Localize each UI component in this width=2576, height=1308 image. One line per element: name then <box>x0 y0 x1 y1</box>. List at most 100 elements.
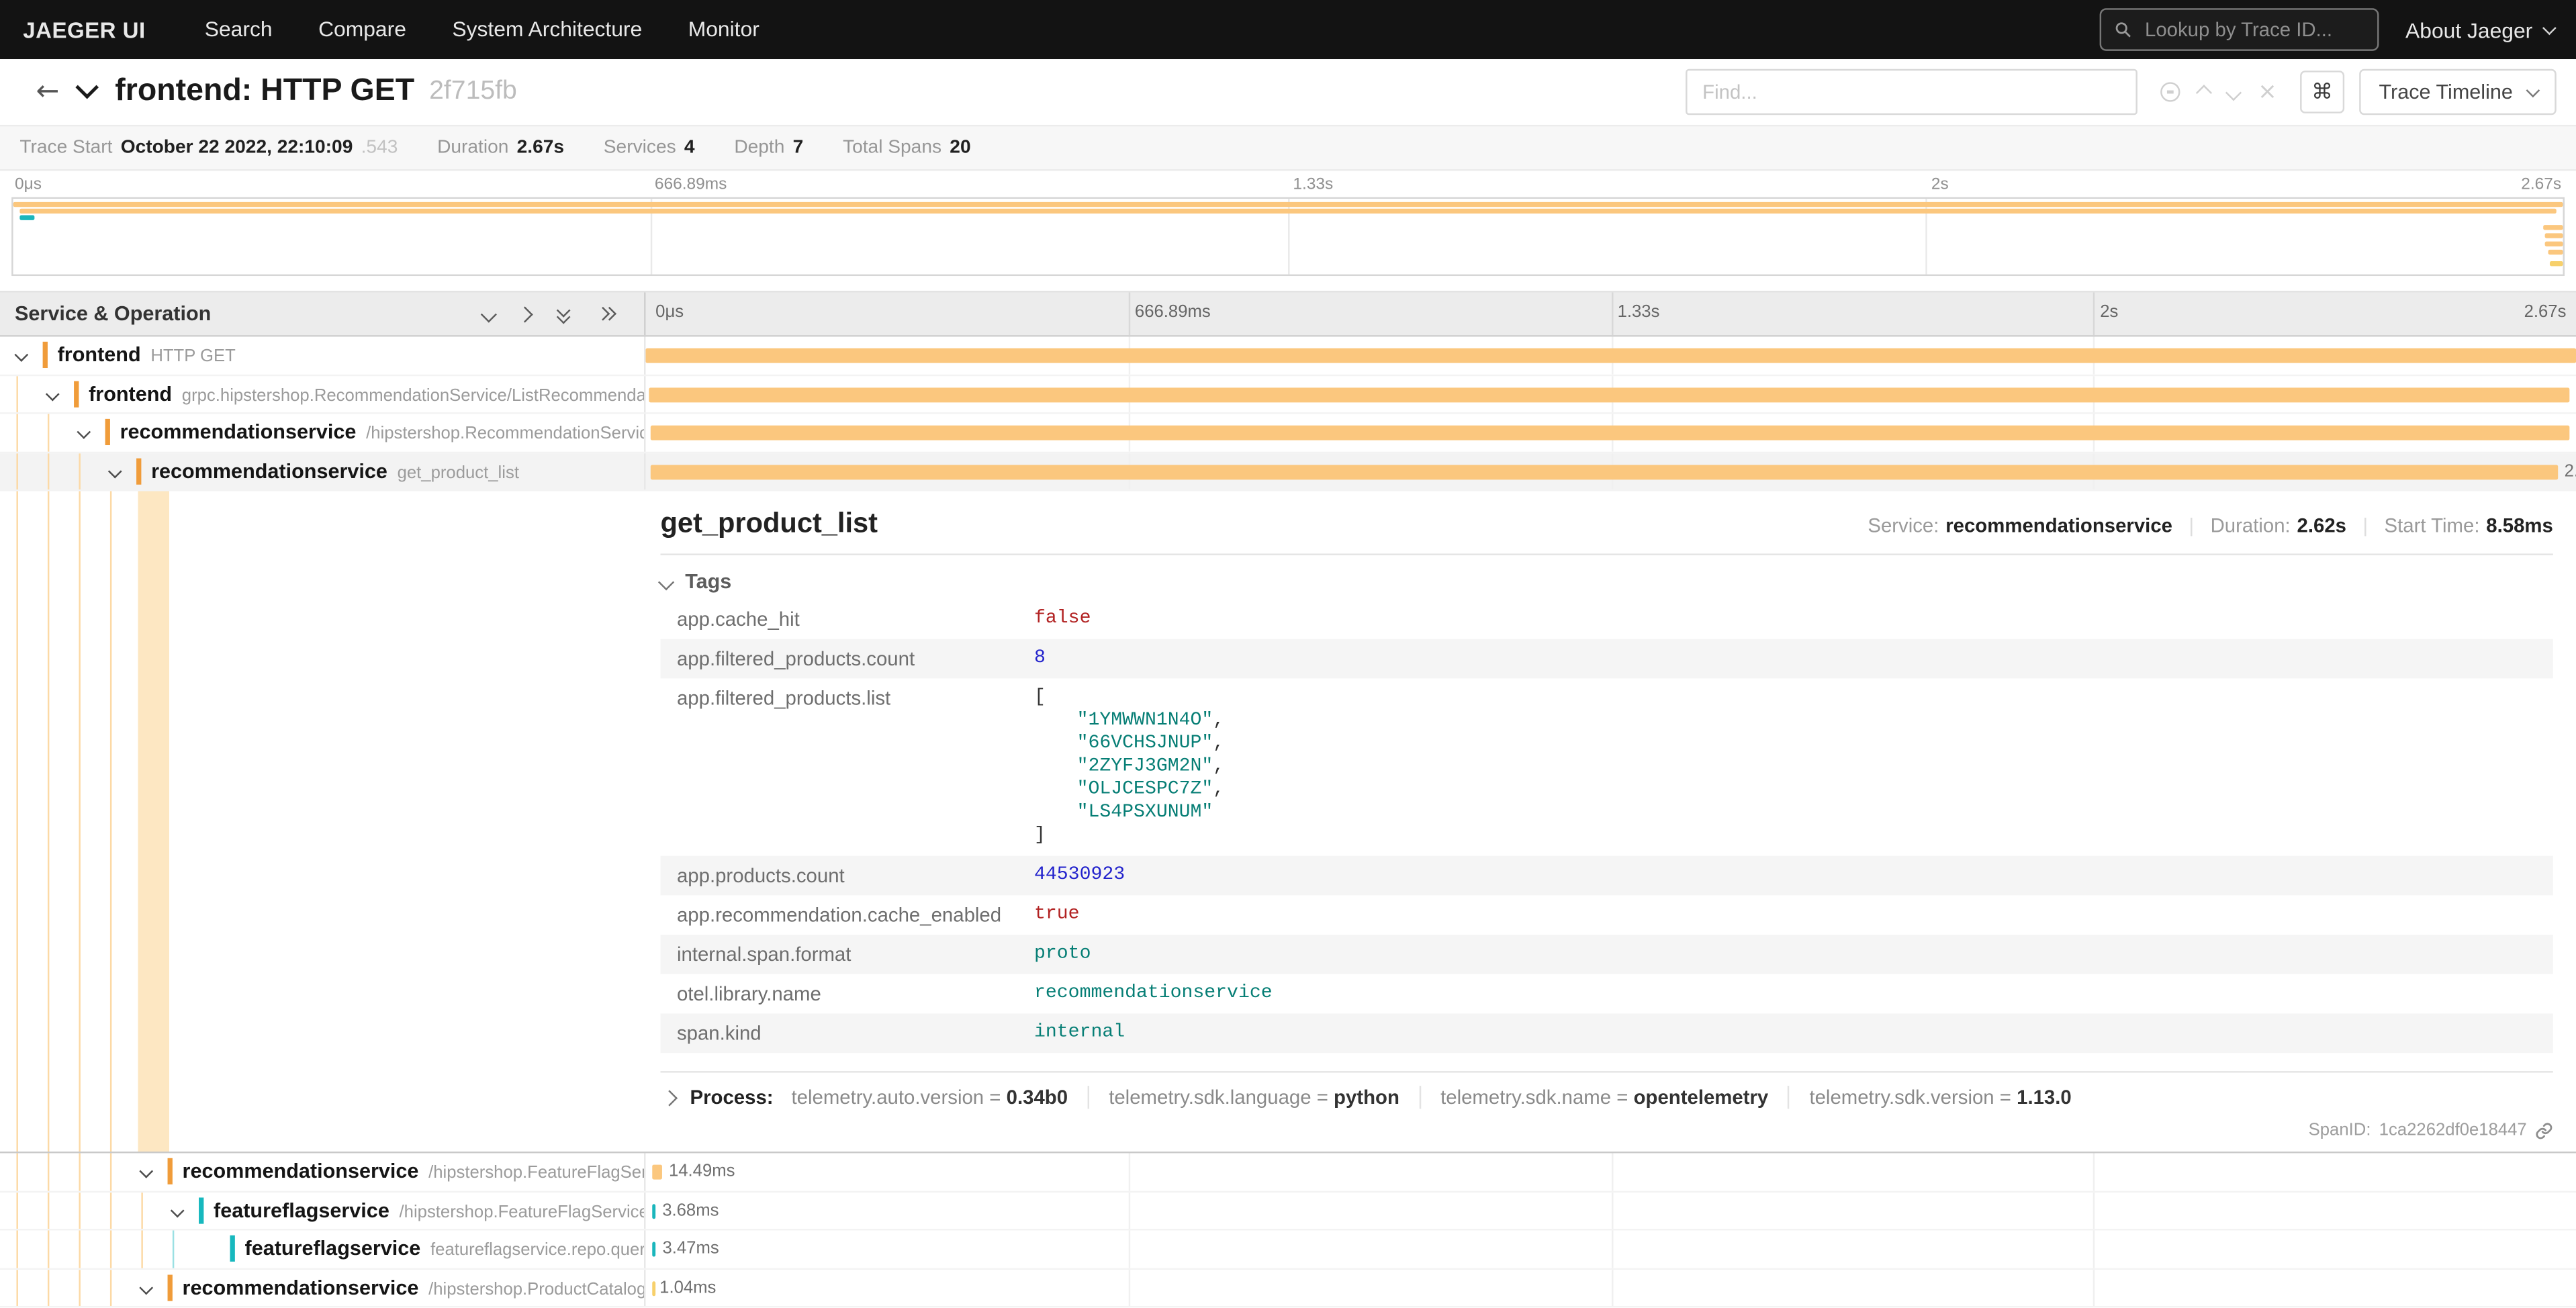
span-name-cell[interactable]: featureflagservice/hipstershop.FeatureFl… <box>0 1192 645 1229</box>
tag-value-text: recommendationservice <box>1034 982 1273 1004</box>
find-next-icon[interactable] <box>2226 84 2242 100</box>
span-row[interactable]: recommendationservice/hipstershop.Produc… <box>0 1269 2576 1307</box>
chevron-down-icon[interactable] <box>48 389 74 399</box>
app-logo[interactable]: JAEGER UI <box>23 17 145 42</box>
span-name-cell[interactable]: recommendationservice/hipstershop.Produc… <box>0 1269 645 1306</box>
zoom-out-icon[interactable] <box>2161 82 2180 101</box>
timeline-header: Service & Operation 0μs 666.89ms 1.33s 2… <box>0 291 2576 337</box>
chevron-down-icon[interactable] <box>16 351 42 361</box>
span-bar[interactable] <box>653 1203 656 1218</box>
minimap-span-bar <box>2542 225 2563 230</box>
keyboard-shortcuts-button[interactable]: ⌘ <box>2300 71 2344 113</box>
span-timeline-cell[interactable]: 1.04ms <box>645 1269 2576 1306</box>
span-name-inner: recommendationservice/hipstershop.Featur… <box>0 1158 645 1184</box>
span-bar[interactable] <box>651 464 2558 479</box>
detail-meta: Service: recommendationservice Duration:… <box>1868 514 2552 537</box>
span-name-cell[interactable]: frontendHTTP GET <box>0 337 645 374</box>
indent-guide <box>141 1192 142 1229</box>
minimap-tick: 2s <box>1931 176 1949 194</box>
span-row[interactable]: recommendationserviceget_product_list2.6… <box>0 453 2576 491</box>
summary-trace-start: Trace Start October 22 2022, 22:10:09.54… <box>19 138 398 158</box>
span-row[interactable]: featureflagservice/hipstershop.FeatureFl… <box>0 1192 2576 1230</box>
span-row[interactable]: frontendHTTP GET <box>0 337 2576 375</box>
summary-services: Services 4 <box>604 138 695 158</box>
operation-name: /hipstershop.FeatureFlagService... <box>428 1164 645 1183</box>
process-section[interactable]: Process: telemetry.auto.version = 0.34b0… <box>660 1071 2552 1109</box>
ruler-tick: 1.33s <box>1618 302 1660 322</box>
process-items: telemetry.auto.version = 0.34b0telemetry… <box>791 1086 2091 1109</box>
span-bar[interactable] <box>652 1165 663 1180</box>
nav-item-system-architecture[interactable]: System Architecture <box>429 0 665 59</box>
minimap-canvas[interactable] <box>11 197 2565 276</box>
span-name-inner: featureflagservicefeatureflagservice.rep… <box>0 1235 645 1262</box>
nav-item-compare[interactable]: Compare <box>295 0 429 59</box>
expand-one-icon[interactable] <box>517 306 533 322</box>
json-close-bracket: ] <box>1034 825 2536 847</box>
tag-row: span.kindinternal <box>660 1013 2552 1053</box>
span-row[interactable]: recommendationservice/hipstershop.Recomm… <box>0 414 2576 453</box>
collapse-all-icon[interactable] <box>555 304 573 324</box>
service-name: frontend <box>58 344 141 367</box>
span-bar[interactable] <box>651 426 2569 440</box>
chevron-down-icon[interactable] <box>141 1282 167 1293</box>
tags-section-toggle[interactable]: Tags <box>660 570 2552 593</box>
nav-item-search[interactable]: Search <box>182 0 295 59</box>
trace-lookup-input[interactable] <box>2142 16 2364 42</box>
span-bar[interactable] <box>653 1242 656 1257</box>
tag-row: app.recommendation.cache_enabledtrue <box>660 895 2552 935</box>
span-row[interactable]: featureflagservicefeatureflagservice.rep… <box>0 1230 2576 1268</box>
span-timeline-cell[interactable] <box>645 414 2576 451</box>
find-prev-icon[interactable] <box>2196 84 2212 100</box>
span-name-cell[interactable]: recommendationservice/hipstershop.Featur… <box>0 1153 645 1190</box>
span-name-cell[interactable]: frontendgrpc.hipstershop.RecommendationS… <box>0 375 645 412</box>
chevron-down-icon[interactable] <box>141 1167 167 1177</box>
timeline-ruler: 0μs 666.89ms 1.33s 2s 2.67s <box>645 292 2576 335</box>
service-name: recommendationservice <box>183 1276 419 1299</box>
service-name: recommendationservice <box>183 1160 419 1183</box>
indent-guide <box>173 1230 174 1267</box>
clear-find-icon[interactable]: × <box>2258 81 2277 103</box>
span-timeline-cell[interactable]: 3.47ms <box>645 1230 2576 1267</box>
chevron-down-icon[interactable] <box>173 1205 199 1215</box>
deep-link-icon[interactable] <box>2535 1121 2553 1139</box>
expand-all-icon[interactable] <box>598 304 616 324</box>
span-timeline-cell[interactable] <box>645 337 2576 374</box>
span-name-cell[interactable]: recommendationservice/hipstershop.Recomm… <box>0 414 645 451</box>
find-input[interactable] <box>1686 69 2138 115</box>
span-bar[interactable] <box>645 348 2576 363</box>
trace-lookup-box[interactable] <box>2100 8 2379 51</box>
process-value: 0.34b0 <box>1007 1086 1068 1109</box>
collapse-one-icon[interactable] <box>481 306 497 322</box>
trace-view-selector[interactable]: Trace Timeline <box>2359 69 2557 115</box>
span-name-cell[interactable]: recommendationserviceget_product_list <box>0 453 645 489</box>
span-duration-label: 3.47ms <box>662 1239 719 1258</box>
trace-minimap[interactable]: 0μs 666.89ms 1.33s 2s 2.67s <box>11 176 2565 276</box>
span-timeline-cell[interactable] <box>645 375 2576 412</box>
span-row[interactable]: recommendationservice/hipstershop.Featur… <box>0 1153 2576 1191</box>
span-timeline-cell[interactable]: 3.68ms <box>645 1192 2576 1229</box>
service-operation-title: Service & Operation <box>15 302 211 325</box>
span-bar[interactable] <box>649 387 2569 402</box>
back-button[interactable]: ← <box>19 74 75 110</box>
about-jaeger-menu[interactable]: About Jaeger <box>2405 17 2553 42</box>
minimap-tick: 0μs <box>15 176 42 194</box>
chevron-down-icon <box>2542 21 2555 34</box>
span-bar[interactable] <box>652 1280 655 1295</box>
chevron-down-icon[interactable] <box>79 428 105 438</box>
process-equals: = <box>1611 1086 1633 1109</box>
span-name-cell[interactable]: featureflagservicefeatureflagservice.rep… <box>0 1230 645 1267</box>
trace-summary-bar: Trace Start October 22 2022, 22:10:09.54… <box>0 126 2576 171</box>
span-timeline-cell[interactable]: 2.62s <box>645 453 2576 489</box>
nav-item-monitor[interactable]: Monitor <box>665 0 782 59</box>
indent-guide <box>110 1192 111 1229</box>
span-timeline-cell[interactable]: 14.49ms <box>645 1153 2576 1190</box>
json-comma: , <box>1213 710 1224 731</box>
tag-key: app.recommendation.cache_enabled <box>660 895 1017 935</box>
span-name-inner: featureflagservice/hipstershop.FeatureFl… <box>0 1197 645 1223</box>
span-duration-label: 1.04ms <box>659 1277 716 1297</box>
indent-guide <box>110 1153 111 1190</box>
span-row[interactable]: frontendgrpc.hipstershop.RecommendationS… <box>0 375 2576 414</box>
minimap-tick: 1.33s <box>1293 176 1333 194</box>
collapse-header-chevron-icon[interactable] <box>75 76 99 99</box>
chevron-down-icon[interactable] <box>110 466 136 476</box>
